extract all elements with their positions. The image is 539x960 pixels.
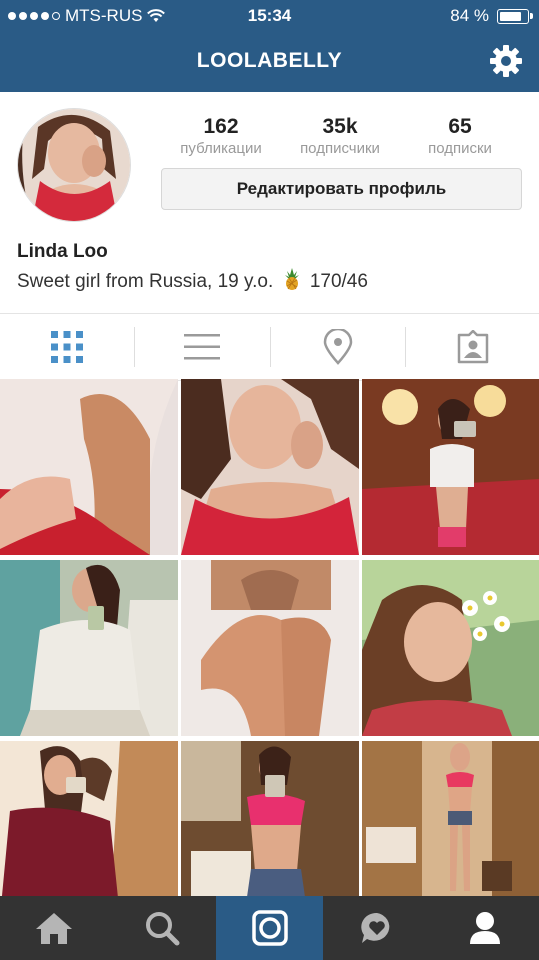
home-icon xyxy=(35,913,72,944)
activity-icon xyxy=(360,912,389,943)
profile-bio: Sweet girl from Russia, 19 y.o. 170/46 xyxy=(17,268,368,293)
tab-home[interactable] xyxy=(0,896,107,960)
battery-icon xyxy=(497,8,533,24)
battery-percent: 84 % xyxy=(450,6,489,25)
bio-text: Sweet girl from Russia, 19 y.o. xyxy=(17,271,274,292)
avatar[interactable] xyxy=(17,108,131,222)
tab-tagged[interactable] xyxy=(406,314,539,380)
photo-thumbnail[interactable] xyxy=(181,379,359,555)
profile-icon xyxy=(469,912,500,944)
photo-thumbnail[interactable] xyxy=(0,741,178,917)
tab-list[interactable] xyxy=(135,314,269,380)
pineapple-emoji xyxy=(284,268,299,290)
photo-thumbnail[interactable] xyxy=(362,741,539,917)
tab-camera[interactable] xyxy=(216,896,323,960)
tab-activity[interactable] xyxy=(323,896,430,960)
nav-bar: LOOLABELLY xyxy=(0,30,539,92)
grid-icon xyxy=(51,331,83,363)
battery-status: 84 % xyxy=(450,6,533,26)
posts-count: 162 xyxy=(203,115,239,138)
camera-icon xyxy=(251,910,288,946)
edit-profile-button[interactable]: Редактировать профиль xyxy=(161,168,522,210)
photo-thumbnail[interactable] xyxy=(181,741,359,917)
stat-followers[interactable]: 35k подписчики xyxy=(288,115,392,157)
tab-map[interactable] xyxy=(271,314,405,380)
location-pin-icon xyxy=(323,329,353,365)
following-count: 65 xyxy=(448,115,472,138)
gear-icon[interactable] xyxy=(489,44,523,78)
profile-view-tabs xyxy=(0,313,539,381)
stat-posts[interactable]: 162 публикации xyxy=(172,115,270,157)
posts-label: публикации xyxy=(180,140,262,157)
photo-thumbnail[interactable] xyxy=(0,560,178,736)
photo-thumbnail[interactable] xyxy=(362,379,539,555)
bio-suffix: 170/46 xyxy=(309,271,368,292)
following-label: подписки xyxy=(428,140,492,157)
followers-count: 35k xyxy=(322,115,358,138)
profile-username: LOOLABELLY xyxy=(196,49,343,72)
list-icon xyxy=(184,334,220,360)
photo-thumbnail[interactable] xyxy=(0,379,178,555)
status-bar: MTS-RUS 15:34 84 % xyxy=(0,0,539,30)
stat-following[interactable]: 65 подписки xyxy=(414,115,506,157)
search-icon xyxy=(145,912,179,946)
tab-grid[interactable] xyxy=(0,314,134,380)
photo-thumbnail[interactable] xyxy=(362,560,539,736)
profile-full-name: Linda Loo xyxy=(17,241,108,262)
tab-profile[interactable] xyxy=(431,896,538,960)
photo-grid xyxy=(0,379,539,917)
tagged-person-icon xyxy=(457,330,489,364)
tab-search[interactable] xyxy=(108,896,215,960)
followers-label: подписчики xyxy=(300,140,380,157)
bottom-tab-bar xyxy=(0,896,539,960)
avatar-photo xyxy=(18,109,130,221)
photo-thumbnail[interactable] xyxy=(181,560,359,736)
